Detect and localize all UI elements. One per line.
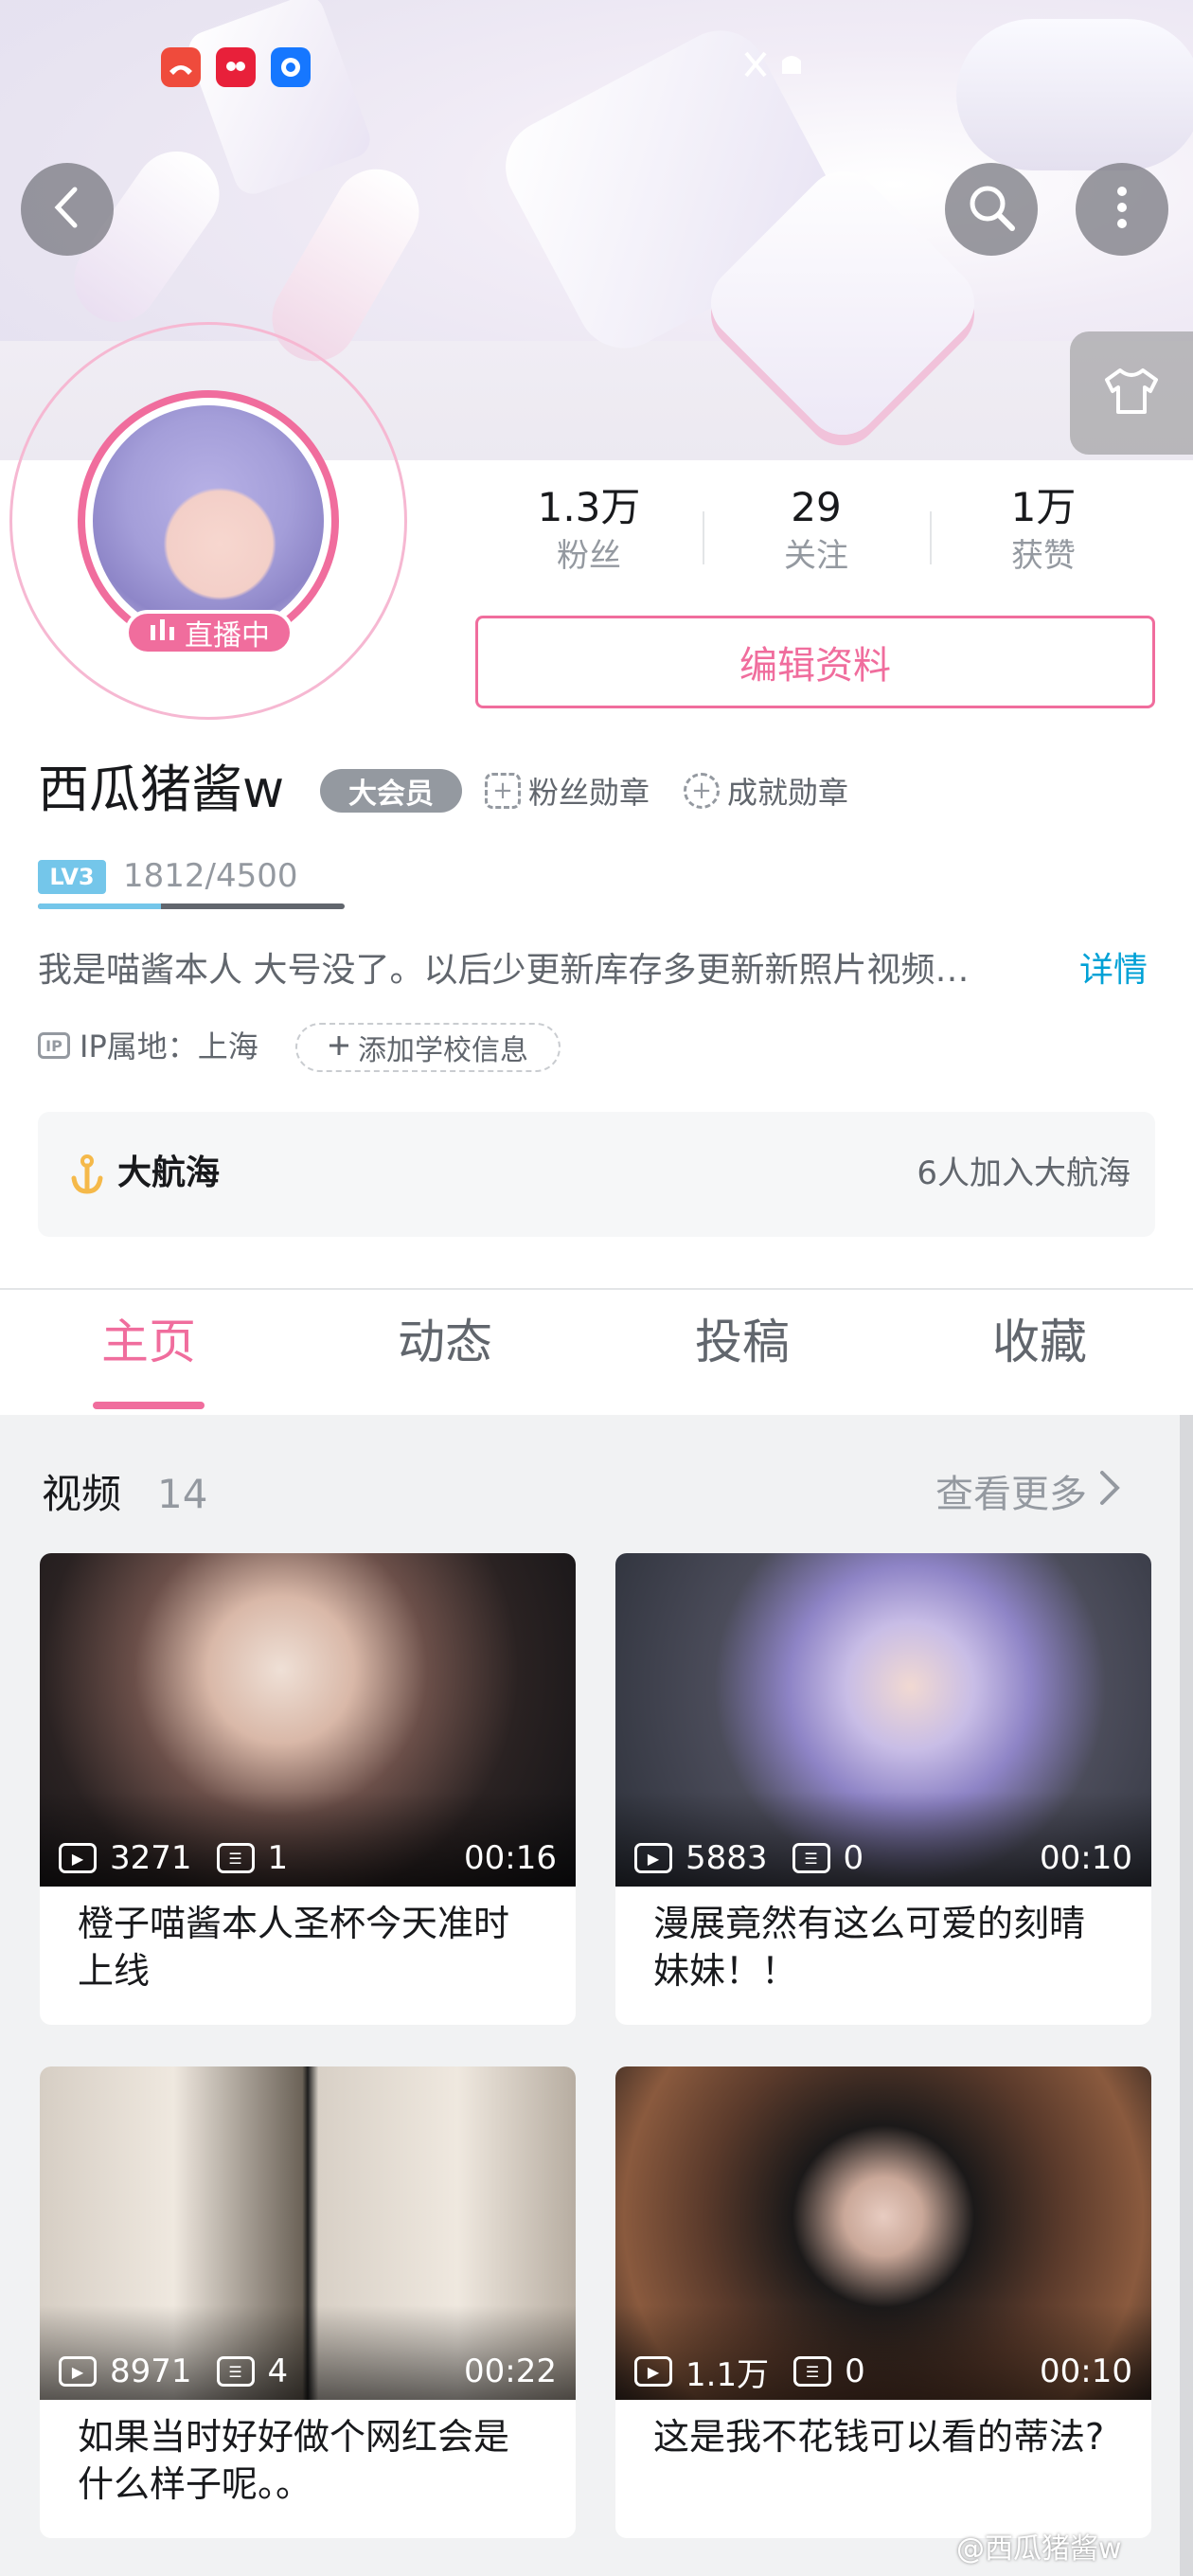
stat-value: 1.3万 <box>537 484 641 530</box>
video-duration: 00:10 <box>1040 1839 1132 1877</box>
see-more-link[interactable]: 查看更多 <box>935 1466 1121 1523</box>
stat-divider <box>703 511 704 564</box>
ip-location: IP属地：上海 <box>80 1029 258 1064</box>
danmaku-icon: ☰ <box>792 1843 830 1873</box>
video-card[interactable]: ▶ 5883 ☰ 0 00:10 漫展竟然有这么可爱的刻晴妹妹！！ <box>615 1553 1151 2025</box>
play-count: 3271 <box>110 1839 192 1877</box>
more-icon <box>1113 184 1131 235</box>
watermark: @西瓜猪酱w <box>956 2532 1122 2566</box>
achievement-medal-button[interactable]: + 成就勋章 <box>684 769 848 813</box>
back-icon <box>48 184 86 235</box>
chat-app-icon <box>271 47 311 87</box>
edit-profile-button[interactable]: 编辑资料 <box>475 616 1155 708</box>
stat-value: 29 <box>791 484 842 530</box>
tab-uploads[interactable]: 投稿 <box>648 1309 837 1375</box>
video-meta: ▶ 8971 ☰ 4 00:22 <box>59 2352 557 2390</box>
danmaku-icon: ☰ <box>216 1843 255 1873</box>
stat-label: 获赞 <box>1011 537 1076 575</box>
video-duration: 00:22 <box>464 2352 557 2390</box>
fan-medal-label: 粉丝勋章 <box>528 775 650 811</box>
videos-title: 视频 <box>42 1471 122 1517</box>
voyage-count: 6人加入大航海 <box>917 1154 1131 1192</box>
stat-followers[interactable]: 1.3万 粉丝 <box>494 483 684 580</box>
video-duration: 00:10 <box>1040 2352 1132 2390</box>
add-school-label: 添加学校信息 <box>358 1034 528 1067</box>
add-school-button[interactable]: 添加学校信息 <box>295 1023 561 1072</box>
play-icon: ▶ <box>59 2356 97 2387</box>
play-count: 8971 <box>110 2352 192 2390</box>
tshirt-icon <box>1103 367 1160 420</box>
back-button[interactable] <box>21 163 114 256</box>
video-title[interactable]: 如果当时好好做个网红会是什么样子呢。。 <box>78 2413 542 2508</box>
level-progress-fill <box>38 903 162 909</box>
danmaku-icon: ☰ <box>216 2356 255 2387</box>
play-icon: ▶ <box>634 2356 672 2387</box>
search-icon <box>963 179 1020 240</box>
tab-indicator <box>93 1402 205 1409</box>
live-label: 直播中 <box>185 619 270 653</box>
status-icons <box>739 45 814 83</box>
level-progress-bar <box>38 903 345 909</box>
plus-icon: + <box>485 773 521 809</box>
stat-label: 粉丝 <box>557 537 621 575</box>
live-badge[interactable]: 直播中 <box>125 610 294 655</box>
fan-medal-button[interactable]: + 粉丝勋章 <box>485 769 650 813</box>
see-more-label: 查看更多 <box>935 1473 1087 1516</box>
shopping-app-icon <box>216 47 256 87</box>
video-meta: ▶ 5883 ☰ 0 00:10 <box>634 1839 1132 1877</box>
plus-icon: + <box>684 773 720 809</box>
play-icon: ▶ <box>634 1843 672 1873</box>
stat-divider <box>930 511 932 564</box>
video-title[interactable]: 橙子喵酱本人圣杯今天准时上线 <box>78 1900 542 1995</box>
phone-missed-icon <box>161 47 201 87</box>
closet-button[interactable] <box>1070 331 1193 455</box>
bio-text: 我是喵酱本人 大号没了。以后少更新库存多更新新照片视频… <box>38 951 970 990</box>
video-card[interactable]: ▶ 8971 ☰ 4 00:22 如果当时好好做个网红会是什么样子呢。。 <box>40 2066 576 2538</box>
comment-count: 1 <box>267 1839 289 1877</box>
video-card[interactable]: ▶ 3271 ☰ 1 00:16 橙子喵酱本人圣杯今天准时上线 <box>40 1553 576 2025</box>
chevron-right-icon <box>1098 1466 1121 1523</box>
comment-count: 4 <box>267 2352 289 2390</box>
video-card[interactable]: ▶ 1.1万 ☰ 0 00:10 这是我不花钱可以看的蒂法? <box>615 2066 1151 2538</box>
video-duration: 00:16 <box>464 1839 557 1877</box>
level-progress-text: 1812/4500 <box>123 857 298 895</box>
tab-home[interactable]: 主页 <box>54 1309 243 1375</box>
stat-value: 1万 <box>1010 484 1077 530</box>
level-badge[interactable]: LV3 <box>38 860 106 894</box>
video-meta: ▶ 3271 ☰ 1 00:16 <box>59 1839 557 1877</box>
video-title[interactable]: 漫展竟然有这么可爱的刻晴妹妹！！ <box>653 1900 1117 1995</box>
vip-badge[interactable]: 大会员 <box>320 769 462 813</box>
comment-count: 0 <box>843 1839 864 1877</box>
tab-dynamics[interactable]: 动态 <box>350 1309 540 1375</box>
tab-favorites[interactable]: 收藏 <box>945 1309 1134 1375</box>
scrollbar[interactable] <box>1180 1415 1193 2576</box>
danmaku-icon: ☰ <box>793 2356 832 2387</box>
plus-icon <box>328 1031 350 1064</box>
play-count: 1.1万 <box>686 2355 770 2394</box>
ip-icon: IP <box>38 1032 70 1059</box>
video-meta: ▶ 1.1万 ☰ 0 00:10 <box>634 2352 1132 2394</box>
search-button[interactable] <box>945 163 1038 256</box>
play-count: 5883 <box>686 1839 768 1877</box>
stat-following[interactable]: 29 关注 <box>721 483 911 580</box>
bio-details-link[interactable]: 详情 <box>1079 945 1148 996</box>
more-button[interactable] <box>1076 163 1168 256</box>
banner-decoration <box>183 0 376 200</box>
comment-count: 0 <box>845 2352 865 2390</box>
stat-label: 关注 <box>784 537 848 575</box>
avatar[interactable] <box>93 405 324 636</box>
play-icon: ▶ <box>59 1843 97 1873</box>
username: 西瓜猪酱w <box>38 760 285 819</box>
videos-count: 14 <box>157 1471 208 1517</box>
video-title[interactable]: 这是我不花钱可以看的蒂法? <box>653 2413 1117 2460</box>
anchor-icon <box>66 1154 108 1205</box>
stat-likes[interactable]: 1万 获赞 <box>949 483 1138 580</box>
achievement-label: 成就勋章 <box>727 775 849 811</box>
live-bars-icon <box>149 616 177 650</box>
voyage-title: 大航海 <box>117 1154 221 1192</box>
